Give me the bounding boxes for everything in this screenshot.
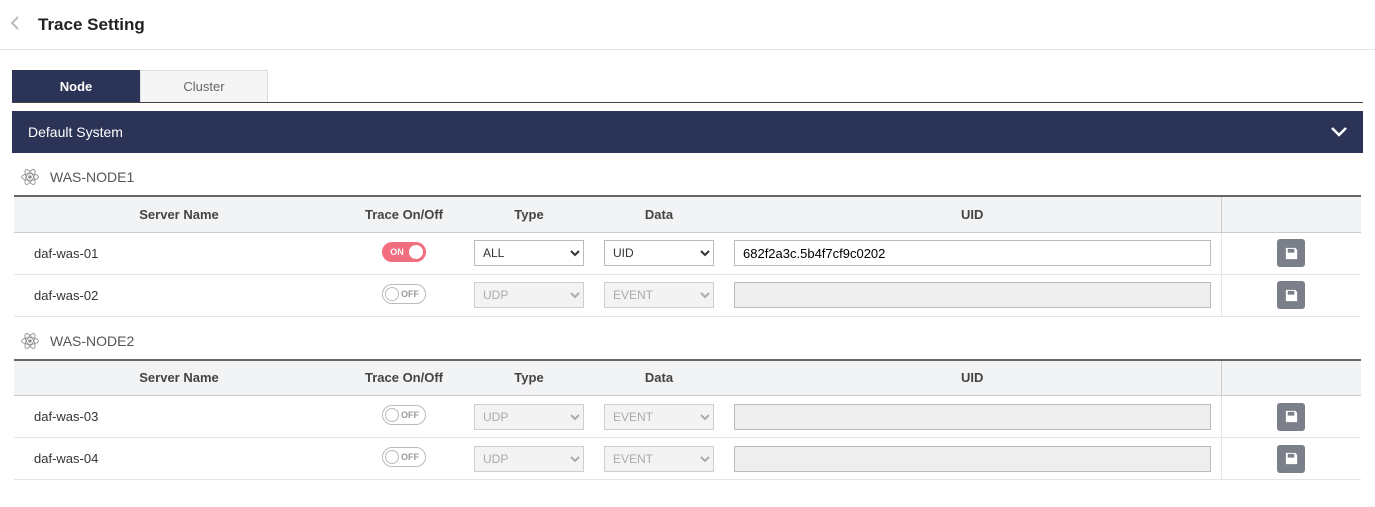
- node-title: WAS-NODE2: [20, 331, 1361, 351]
- trace-toggle[interactable]: OFF: [382, 284, 426, 304]
- data-select[interactable]: UIDEVENT: [604, 240, 714, 266]
- toggle-knob: [385, 408, 399, 422]
- chevron-left-icon: [10, 16, 20, 30]
- col-trace-onoff: Trace On/Off: [344, 360, 464, 396]
- save-icon: [1284, 288, 1299, 303]
- uid-input[interactable]: [734, 404, 1211, 430]
- server-name-cell: daf-was-01: [14, 232, 344, 274]
- save-icon: [1284, 246, 1299, 261]
- table-row: daf-was-01 ON ALLUDP UIDEVENT: [14, 232, 1361, 274]
- page-header: Trace Setting: [0, 0, 1375, 50]
- section-collapse-toggle[interactable]: [1331, 125, 1347, 140]
- data-select[interactable]: UIDEVENT: [604, 282, 714, 308]
- table-row: daf-was-04 OFF ALLUDP UIDEVENT: [14, 438, 1361, 480]
- page-title: Trace Setting: [38, 15, 145, 35]
- chevron-down-icon: [1331, 127, 1347, 137]
- type-select[interactable]: ALLUDP: [474, 446, 584, 472]
- uid-input[interactable]: [734, 446, 1211, 472]
- col-action: [1221, 196, 1361, 232]
- col-data: Data: [594, 360, 724, 396]
- back-button[interactable]: [0, 16, 30, 33]
- data-select[interactable]: UIDEVENT: [604, 446, 714, 472]
- col-type: Type: [464, 360, 594, 396]
- col-data: Data: [594, 196, 724, 232]
- atom-icon: [20, 167, 40, 187]
- save-icon: [1284, 451, 1299, 466]
- save-button[interactable]: [1277, 239, 1305, 267]
- server-name-cell: daf-was-03: [14, 396, 344, 438]
- col-action: [1221, 360, 1361, 396]
- col-type: Type: [464, 196, 594, 232]
- table-row: daf-was-02 OFF ALLUDP UIDEVENT: [14, 274, 1361, 316]
- nodes-container: WAS-NODE1 Server Name Trace On/Off Type …: [12, 167, 1363, 480]
- atom-icon: [20, 331, 40, 351]
- col-server-name: Server Name: [14, 360, 344, 396]
- table-row: daf-was-03 OFF ALLUDP UIDEVENT: [14, 396, 1361, 438]
- server-name-cell: daf-was-04: [14, 438, 344, 480]
- save-button[interactable]: [1277, 281, 1305, 309]
- tab-bar: Node Cluster: [12, 70, 1363, 103]
- data-select[interactable]: UIDEVENT: [604, 404, 714, 430]
- save-button[interactable]: [1277, 445, 1305, 473]
- tab-node[interactable]: Node: [12, 70, 140, 102]
- trace-toggle[interactable]: OFF: [382, 447, 426, 467]
- toggle-knob: [409, 245, 423, 259]
- type-select[interactable]: ALLUDP: [474, 404, 584, 430]
- section-header[interactable]: Default System: [12, 111, 1363, 153]
- col-uid: UID: [724, 360, 1221, 396]
- tab-cluster[interactable]: Cluster: [140, 70, 268, 102]
- uid-input[interactable]: [734, 240, 1211, 266]
- node-name: WAS-NODE1: [50, 169, 134, 185]
- col-server-name: Server Name: [14, 196, 344, 232]
- col-trace-onoff: Trace On/Off: [344, 196, 464, 232]
- toggle-knob: [385, 287, 399, 301]
- save-button[interactable]: [1277, 403, 1305, 431]
- col-uid: UID: [724, 196, 1221, 232]
- type-select[interactable]: ALLUDP: [474, 240, 584, 266]
- uid-input[interactable]: [734, 282, 1211, 308]
- node-group: WAS-NODE1 Server Name Trace On/Off Type …: [12, 167, 1363, 317]
- trace-toggle[interactable]: OFF: [382, 405, 426, 425]
- type-select[interactable]: ALLUDP: [474, 282, 584, 308]
- node-name: WAS-NODE2: [50, 333, 134, 349]
- section-title: Default System: [28, 124, 123, 140]
- trace-toggle[interactable]: ON: [382, 242, 426, 262]
- server-name-cell: daf-was-02: [14, 274, 344, 316]
- toggle-knob: [385, 450, 399, 464]
- node-title: WAS-NODE1: [20, 167, 1361, 187]
- save-icon: [1284, 409, 1299, 424]
- server-table: Server Name Trace On/Off Type Data UID d…: [14, 359, 1361, 481]
- node-group: WAS-NODE2 Server Name Trace On/Off Type …: [12, 331, 1363, 481]
- server-table: Server Name Trace On/Off Type Data UID d…: [14, 195, 1361, 317]
